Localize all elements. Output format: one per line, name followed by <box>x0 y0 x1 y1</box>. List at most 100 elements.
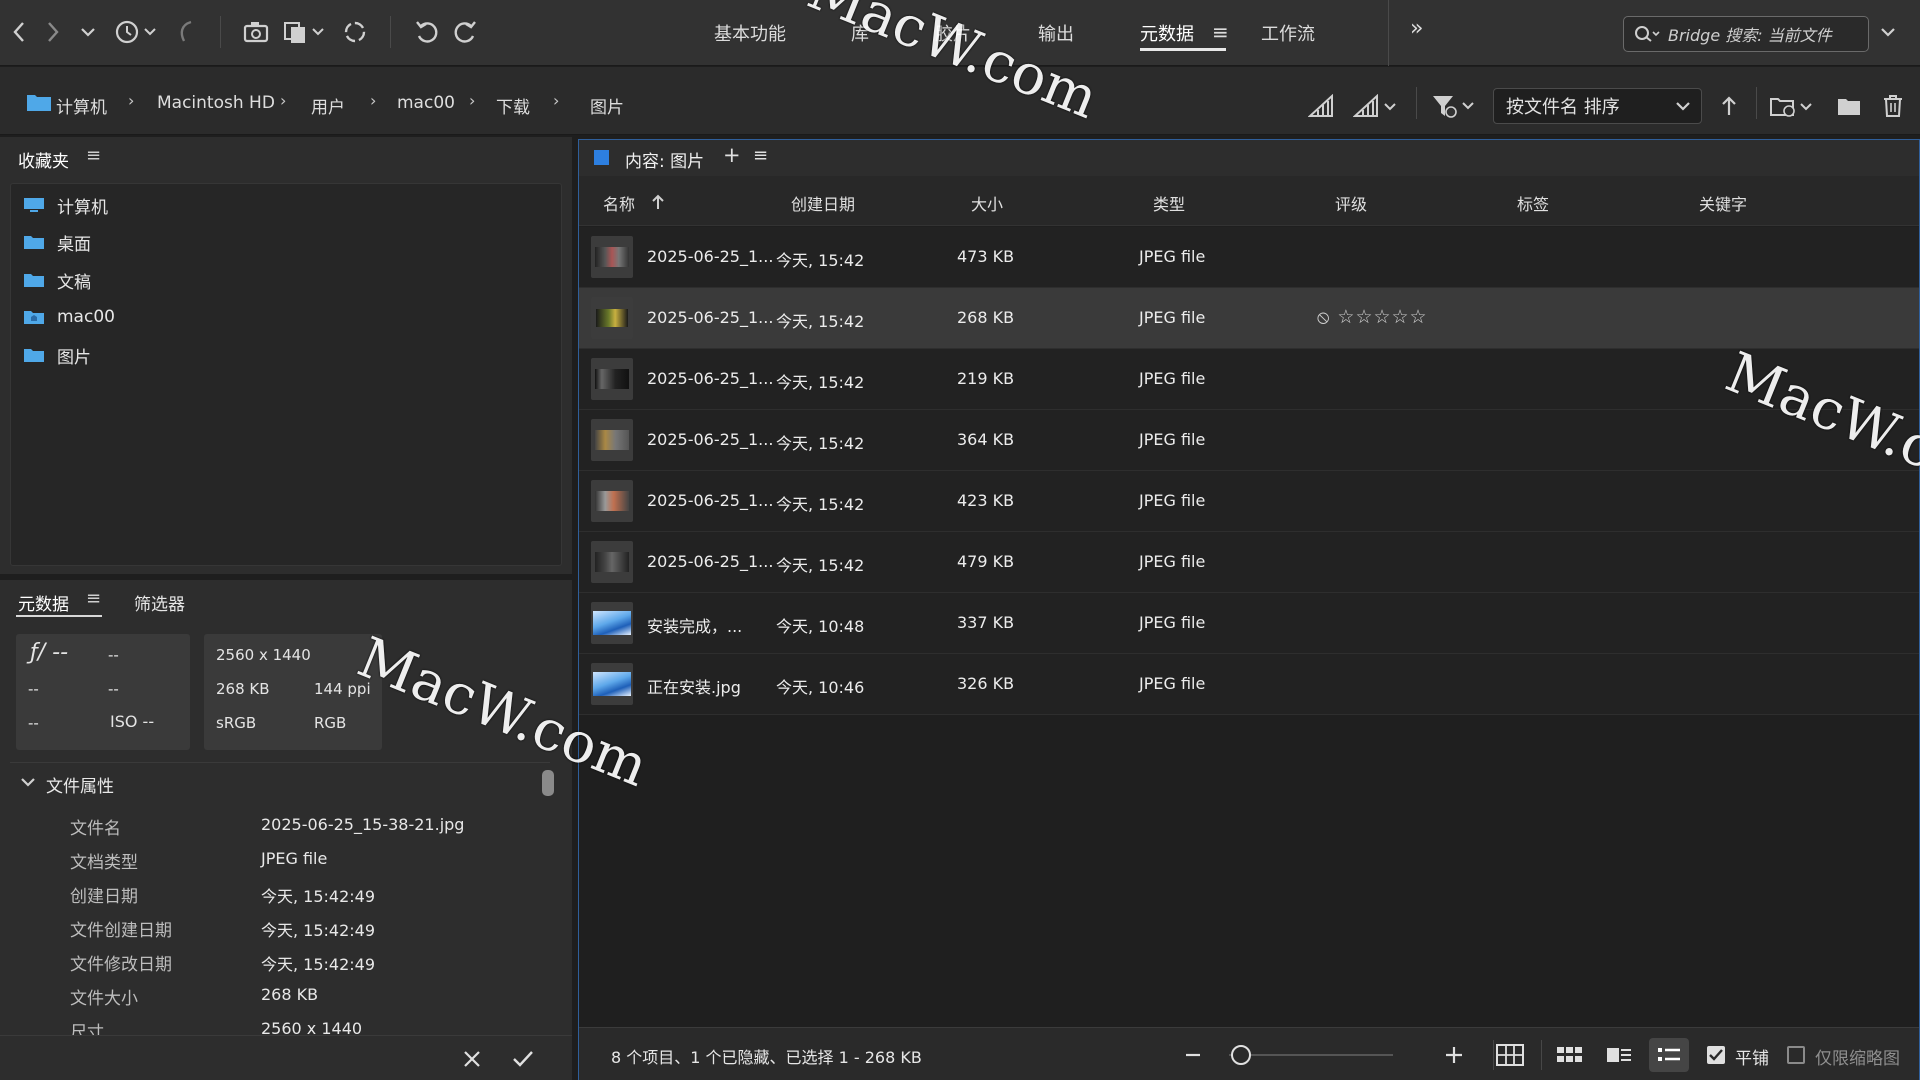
prop-value: 2025-06-25_15-38-21.jpg <box>261 815 465 834</box>
back-icon[interactable] <box>4 13 34 51</box>
column-created-date[interactable]: 创建日期 <box>791 191 855 215</box>
file-type: JPEG file <box>1139 369 1206 388</box>
rotate-right-icon[interactable] <box>448 13 482 51</box>
zoom-in-icon[interactable] <box>1443 1042 1465 1068</box>
file-thumbnail <box>591 419 633 461</box>
workspace-workflow[interactable]: 工作流 <box>1261 20 1315 46</box>
file-row[interactable]: 2025-06-25_1... 今天, 15:42 479 KB JPEG fi… <box>579 532 1919 593</box>
file-row[interactable]: 2025-06-25_1... 今天, 15:42 423 KB JPEG fi… <box>579 471 1919 532</box>
folder-icon <box>24 236 44 249</box>
return-icon[interactable] <box>172 13 200 51</box>
favorites-tab[interactable]: 收藏夹 <box>18 147 69 172</box>
camera-import-icon[interactable] <box>240 13 274 51</box>
more-workspaces-icon[interactable]: » <box>1410 16 1423 41</box>
view-list-button[interactable] <box>1649 1038 1689 1072</box>
grid-lock-icon[interactable] <box>1495 1042 1525 1068</box>
delete-trash-icon[interactable] <box>1876 91 1910 121</box>
file-properties-heading[interactable]: 文件属性 <box>46 772 114 797</box>
file-row[interactable]: 2025-06-25_1... 今天, 15:42 473 KB JPEG fi… <box>579 227 1919 288</box>
workspace-output[interactable]: 输出 <box>1038 20 1074 46</box>
view-details-icon[interactable] <box>1605 1042 1633 1068</box>
file-row[interactable]: 2025-06-25_1... 今天, 15:42 219 KB JPEG fi… <box>579 349 1919 410</box>
thumbnails-only-checkbox[interactable] <box>1787 1046 1805 1064</box>
recent-history-icon[interactable] <box>112 13 160 51</box>
column-type[interactable]: 类型 <box>1153 191 1185 215</box>
bridge-search-field[interactable]: Bridge 搜索: 当前文件 <box>1623 16 1869 52</box>
prop-label: 文件名 <box>70 819 121 839</box>
image-data-box: 2560 x 1440 268 KB 144 ppi sRGB RGB <box>204 634 382 750</box>
rotate-sync-icon[interactable] <box>338 13 372 51</box>
ppi-value: 144 ppi <box>314 680 371 698</box>
prop-label: 文件创建日期 <box>70 921 172 941</box>
color-profile-value: sRGB <box>216 714 257 732</box>
breadcrumb-macintosh-hd[interactable]: Macintosh HD <box>157 93 275 113</box>
sort-by-dropdown[interactable]: 按文件名 排序 <box>1493 88 1702 124</box>
workspace-metadata[interactable]: 元数据 <box>1140 20 1194 46</box>
file-name: 安装完成，... <box>647 617 743 636</box>
scrollbar-thumb[interactable] <box>542 770 554 796</box>
favorite-computer[interactable]: 计算机 <box>23 190 108 220</box>
view-thumbnails-icon[interactable] <box>1555 1042 1583 1068</box>
panel-menu-icon[interactable]: ≡ <box>753 145 768 166</box>
breadcrumb-pictures[interactable]: 图片 <box>590 93 624 118</box>
favorite-pictures[interactable]: 图片 <box>23 340 91 370</box>
column-keywords[interactable]: 关键字 <box>1699 191 1747 215</box>
column-name[interactable]: 名称 <box>603 191 635 215</box>
open-recent-folder-icon[interactable] <box>1768 91 1818 121</box>
prop-label: 创建日期 <box>70 887 138 907</box>
forward-icon[interactable] <box>38 13 68 51</box>
search-scope-chevron-icon[interactable] <box>1876 13 1900 51</box>
sort-ascending-icon[interactable] <box>1712 91 1746 121</box>
panel-menu-icon[interactable]: ≡ <box>86 588 101 609</box>
filter-icon[interactable] <box>1430 91 1478 121</box>
panel-menu-icon[interactable]: ≡ <box>86 145 101 166</box>
breadcrumb-users[interactable]: 用户 <box>311 93 345 118</box>
refine-icon[interactable] <box>282 13 328 51</box>
filter-tab[interactable]: 筛选器 <box>134 590 185 615</box>
tile-checkbox[interactable] <box>1707 1046 1725 1064</box>
workspace-menu-icon[interactable]: ≡ <box>1212 20 1229 44</box>
breadcrumb-mac00[interactable]: mac00 <box>397 93 455 113</box>
path-bar: 计算机 › Macintosh HD › 用户 › mac00 › 下载 › 图… <box>0 67 1920 135</box>
column-size[interactable]: 大小 <box>971 191 1003 215</box>
file-row[interactable]: 2025-06-25_1... 今天, 15:42 364 KB JPEG fi… <box>579 410 1919 471</box>
slider-handle[interactable] <box>1231 1045 1251 1065</box>
new-folder-icon[interactable] <box>1832 91 1866 121</box>
metadata-panel: 元数据 ≡ 筛选器 ƒ/ -- -- -- -- -- ISO -- 2560 … <box>0 580 572 1080</box>
file-name: 正在安装.jpg <box>647 678 741 697</box>
workspace-filmstrip[interactable]: 胶片 <box>935 20 971 46</box>
breadcrumb-downloads[interactable]: 下载 <box>496 93 530 118</box>
prop-value: 268 KB <box>261 985 319 1004</box>
file-size: 268 KB <box>957 308 1015 327</box>
metadata-tab[interactable]: 元数据 <box>18 590 69 615</box>
chevron-down-icon[interactable] <box>76 13 100 51</box>
favorite-label: 计算机 <box>57 197 108 218</box>
favorite-desktop[interactable]: 桌面 <box>23 227 91 257</box>
rotate-left-icon[interactable] <box>410 13 444 51</box>
favorite-home[interactable]: mac00 <box>23 302 115 332</box>
expand-chevron-icon[interactable] <box>20 776 36 788</box>
prop-label: 文件大小 <box>70 989 138 1009</box>
breadcrumb-separator-icon: › <box>469 91 476 110</box>
cancel-close-icon[interactable] <box>462 1049 482 1069</box>
thumbnail-size-slider[interactable] <box>1229 1054 1393 1056</box>
file-row-selected[interactable]: 2025-06-25_1... 今天, 15:42 268 KB JPEG fi… <box>579 288 1919 349</box>
file-type: JPEG file <box>1139 430 1206 449</box>
status-bar: 8 个项目、1 个已隐藏、已选择 1 - 268 KB 平铺 仅限缩略图 <box>579 1027 1919 1080</box>
zoom-out-icon[interactable] <box>1183 1042 1203 1068</box>
column-label[interactable]: 标签 <box>1517 191 1549 215</box>
rating-stars[interactable]: ⦸ ☆☆☆☆☆ <box>1317 306 1428 328</box>
apply-check-icon[interactable] <box>512 1049 534 1069</box>
workspace-essentials[interactable]: 基本功能 <box>714 20 786 46</box>
camera-value: -- <box>28 680 39 698</box>
breadcrumb-computer[interactable]: 计算机 <box>56 93 107 118</box>
quality-thumbnail-icon[interactable] <box>1304 91 1338 121</box>
column-rating[interactable]: 评级 <box>1335 191 1367 215</box>
workspace-libraries[interactable]: 库 <box>851 20 869 46</box>
file-row[interactable]: 安装完成，... 今天, 10:48 337 KB JPEG file <box>579 593 1919 654</box>
add-icon[interactable]: + <box>723 143 741 167</box>
file-date: 今天, 15:42 <box>776 251 865 270</box>
file-row[interactable]: 正在安装.jpg 今天, 10:46 326 KB JPEG file <box>579 654 1919 715</box>
favorite-documents[interactable]: 文稿 <box>23 265 91 295</box>
rating-filter-icon[interactable] <box>1352 91 1400 121</box>
